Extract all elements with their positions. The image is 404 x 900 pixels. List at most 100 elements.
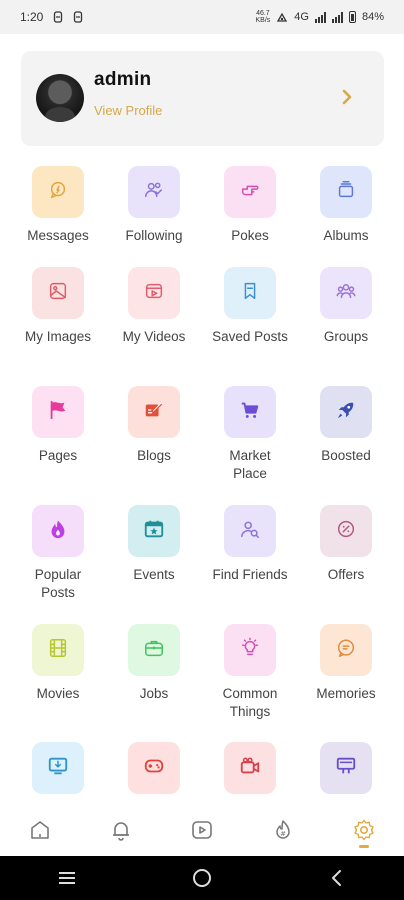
menu-item-label: Messages — [27, 228, 89, 243]
menu-item-label: Movies — [36, 686, 80, 701]
menu-item-market-place[interactable]: Market Place — [202, 386, 298, 483]
nav-settings[interactable] — [344, 810, 384, 850]
menu-item-jobs[interactable]: Jobs — [106, 624, 202, 703]
menu-item-more-22[interactable] — [106, 742, 202, 803]
menu-item-label: Following — [125, 228, 183, 243]
home-circle-icon[interactable] — [191, 867, 213, 889]
menu-tile[interactable] — [128, 624, 180, 676]
home-icon — [31, 821, 50, 839]
settings-gear-icon — [353, 819, 374, 841]
menu-item-label: Albums — [323, 228, 369, 243]
nav-trending[interactable]: # — [263, 810, 303, 850]
hotspot-icon — [277, 12, 288, 22]
app-notification-icon — [74, 11, 83, 23]
menu-tile[interactable] — [32, 505, 84, 557]
menu-tile[interactable] — [224, 624, 276, 676]
monitor-download-icon — [47, 755, 69, 782]
menu-item-blogs[interactable]: Blogs — [106, 386, 202, 465]
menu-tile[interactable] — [32, 267, 84, 319]
menu-tile[interactable] — [128, 742, 180, 794]
menu-tile[interactable] — [224, 166, 276, 218]
system-navigation-bar — [0, 856, 404, 900]
menu-item-boosted[interactable]: Boosted — [298, 386, 394, 465]
menu-tile[interactable] — [128, 386, 180, 438]
menu-item-my-images[interactable]: My Images — [10, 267, 106, 346]
battery-level: 84% — [361, 11, 384, 23]
menu-item-following[interactable]: Following — [106, 166, 202, 245]
users-check-icon — [143, 179, 165, 206]
gamepad-icon — [143, 755, 165, 782]
menu-tile[interactable] — [320, 505, 372, 557]
menu-item-find-friends[interactable]: Find Friends — [202, 505, 298, 584]
menu-tile[interactable] — [32, 624, 84, 676]
discount-icon — [335, 518, 357, 545]
menu-item-label: Blogs — [137, 448, 171, 463]
profile-name: admin — [94, 69, 152, 90]
menu-item-movies[interactable]: Movies — [10, 624, 106, 703]
menu-item-memories[interactable]: Memories — [298, 624, 394, 703]
menu-item-pages[interactable]: Pages — [10, 386, 106, 465]
menu-tile[interactable] — [32, 166, 84, 218]
blog-edit-icon — [143, 399, 165, 426]
signal-icon — [331, 11, 343, 23]
menu-tile[interactable] — [320, 267, 372, 319]
active-indicator — [358, 845, 369, 848]
menu-tile[interactable] — [128, 505, 180, 557]
menu-tile[interactable] — [224, 267, 276, 319]
view-profile-link[interactable]: View Profile — [94, 103, 162, 118]
avatar[interactable] — [36, 74, 84, 122]
menu-item-label: Memories — [316, 686, 376, 701]
nav-home[interactable] — [20, 810, 60, 850]
chat-bubble-icon — [47, 179, 69, 206]
menu-tile[interactable] — [320, 624, 372, 676]
bookmark-icon — [239, 280, 261, 307]
menu-item-my-videos[interactable]: My Videos — [106, 267, 202, 346]
menu-item-albums[interactable]: Albums — [298, 166, 394, 245]
film-icon — [47, 637, 69, 664]
nav-notifications[interactable] — [101, 810, 141, 850]
play-icon — [192, 821, 212, 839]
menu-tile[interactable] — [320, 166, 372, 218]
menu-item-offers[interactable]: Offers — [298, 505, 394, 584]
lightbulb-icon — [239, 637, 261, 664]
menu-item-groups[interactable]: Groups — [298, 267, 394, 346]
flag-icon — [47, 399, 69, 426]
menu-tile[interactable] — [32, 742, 84, 794]
menu-tile[interactable] — [224, 742, 276, 794]
menu-tile[interactable] — [128, 267, 180, 319]
menu-tile[interactable] — [128, 166, 180, 218]
menu-item-popular-posts[interactable]: Popular Posts — [10, 505, 106, 602]
profile-card[interactable]: admin View Profile — [21, 51, 384, 146]
menu-item-pokes[interactable]: Pokes — [202, 166, 298, 245]
nav-videos[interactable] — [182, 810, 222, 850]
menu-item-more-24[interactable] — [298, 742, 394, 803]
menu-tile[interactable] — [320, 386, 372, 438]
menu-item-more-21[interactable] — [10, 742, 106, 803]
bottom-navigation: # — [0, 804, 404, 856]
menu-tile[interactable] — [320, 742, 372, 794]
menu-item-label: Offers — [327, 567, 365, 582]
video-camera-icon — [239, 755, 261, 782]
trending-icon: # — [276, 820, 290, 839]
menu-item-more-23[interactable] — [202, 742, 298, 803]
chevron-right-icon[interactable] — [336, 86, 358, 108]
menu-item-label: Boosted — [321, 448, 371, 463]
svg-text:#: # — [280, 830, 286, 838]
recents-icon[interactable] — [56, 869, 78, 887]
video-play-icon — [143, 280, 165, 307]
menu-item-saved-posts[interactable]: Saved Posts — [202, 267, 298, 346]
app-notification-icon — [54, 11, 63, 23]
menu-item-label: Popular Posts — [34, 567, 82, 600]
menu-item-label: Pokes — [231, 228, 269, 243]
menu-tile[interactable] — [32, 386, 84, 438]
network-speed: 46.7 KB/s — [255, 10, 270, 24]
menu-tile[interactable] — [224, 386, 276, 438]
network-type: 4G — [294, 11, 309, 23]
menu-item-common-things[interactable]: Common Things — [202, 624, 298, 721]
menu-tile[interactable] — [224, 505, 276, 557]
menu-item-messages[interactable]: Messages — [10, 166, 106, 245]
menu-item-events[interactable]: Events — [106, 505, 202, 584]
menu-item-label: Jobs — [139, 686, 169, 701]
rocket-icon — [335, 399, 357, 426]
back-icon[interactable] — [326, 867, 348, 889]
